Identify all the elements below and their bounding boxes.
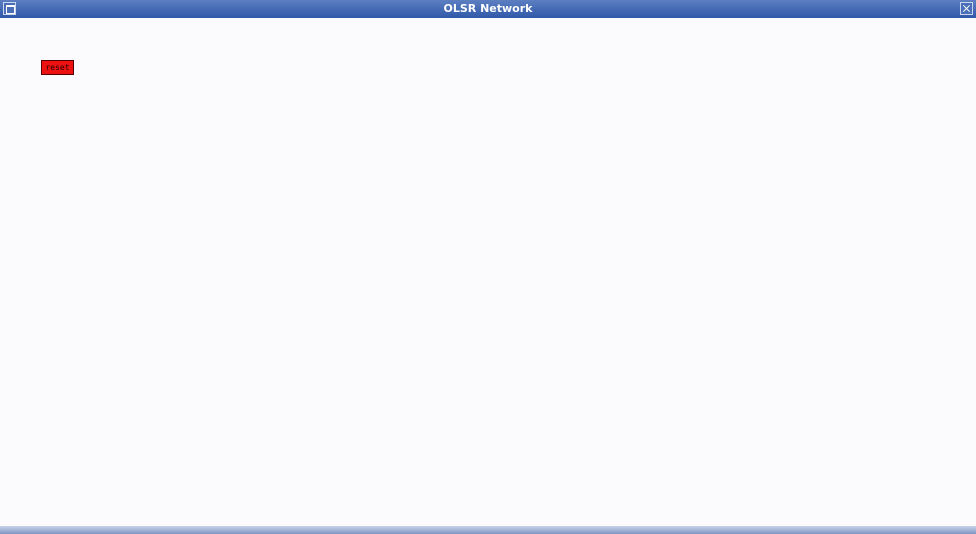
network-canvas[interactable]: reset (0, 18, 976, 526)
reset-button[interactable]: reset (41, 60, 74, 75)
app-window: OLSR Network reset (0, 0, 976, 534)
window-bottom-border (0, 526, 976, 534)
